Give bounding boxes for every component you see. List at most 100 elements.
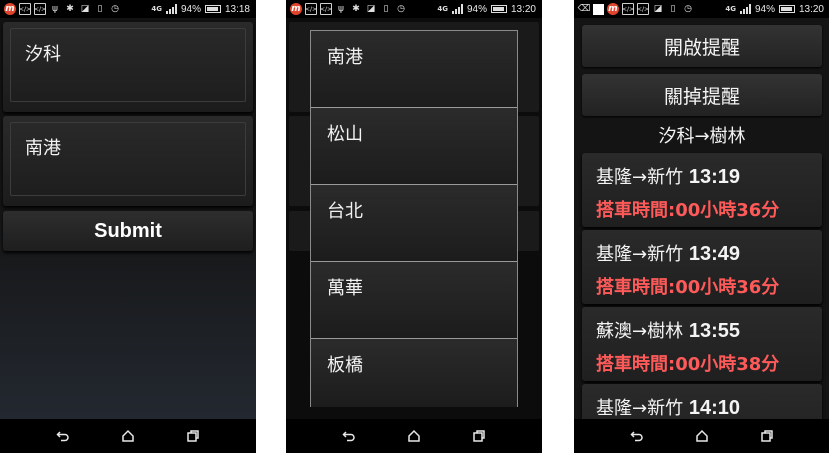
- trip-card[interactable]: 基隆→新竹 14:10: [582, 384, 822, 419]
- dropdown-option-label: 台北: [327, 201, 363, 222]
- dropdown-option[interactable]: 南港: [311, 31, 517, 108]
- recent-apps-icon[interactable]: [183, 426, 203, 446]
- disable-reminder-button[interactable]: 關掉提醒: [582, 74, 822, 116]
- signal-icon: [451, 4, 463, 14]
- battery-icon: [778, 5, 795, 13]
- main-content: 開啟提醒 關掉提醒 汐科→樹林 基隆→新竹 13:19 搭車時間:00小時36分…: [574, 18, 829, 419]
- dropdown-option-label: 南港: [327, 47, 363, 68]
- from-station-card[interactable]: 汐科: [3, 22, 253, 112]
- trip-route-name: 蘇澳→樹林: [596, 321, 684, 342]
- usb-icon: ψ: [338, 4, 344, 14]
- to-station-card[interactable]: 南港: [3, 116, 253, 206]
- submit-button[interactable]: Submit: [3, 211, 253, 251]
- code-icon: </>: [622, 3, 634, 15]
- app-logo-icon: m: [4, 3, 16, 15]
- phone-screen-1: m </> </> ψ ✱ ◪ ▯ ◷ 4G 94% 13:18 汐科 南港 S…: [0, 0, 256, 453]
- battery-icon: [204, 5, 221, 13]
- alarm-icon: ◷: [684, 4, 692, 14]
- trip-card[interactable]: 基隆→新竹 13:49 搭車時間:00小時36分: [582, 230, 822, 304]
- usb-icon: ψ: [52, 4, 58, 14]
- dropdown-option-label: 萬華: [327, 278, 363, 299]
- android-icon: ✱: [66, 4, 74, 14]
- cast-icon: ◪: [80, 4, 90, 14]
- dropdown-option[interactable]: 松山: [311, 108, 517, 185]
- back-icon[interactable]: [339, 426, 359, 446]
- trip-time: 14:10: [688, 397, 740, 419]
- navigation-bar: [286, 419, 542, 453]
- code-icon: </>: [320, 3, 332, 15]
- cast-icon: ◪: [366, 4, 376, 14]
- alarm-icon: ◷: [111, 4, 119, 14]
- trip-route: 基隆→新竹 13:49: [596, 240, 740, 266]
- trip-card[interactable]: 基隆→新竹 13:19 搭車時間:00小時36分: [582, 153, 822, 227]
- navigation-bar: [574, 419, 829, 453]
- notification-icons: m </> </> ψ ✱ ◪ ▯ ◷: [4, 2, 121, 16]
- main-content-dimmed: 南港 松山 台北 萬華 板橋: [286, 18, 542, 419]
- app-logo-icon: m: [290, 3, 302, 15]
- network-type: 4G: [151, 4, 162, 13]
- code-icon: </>: [19, 3, 31, 15]
- battery-icon: [490, 5, 507, 13]
- dropdown-option[interactable]: 萬華: [311, 262, 517, 339]
- trip-route-name: 基隆→新竹: [596, 398, 684, 419]
- main-content: 汐科 南港 Submit: [0, 18, 256, 419]
- to-station-value: 南港: [25, 138, 61, 159]
- route-title: 汐科→樹林: [658, 126, 746, 147]
- vibrate-icon: ▯: [97, 4, 103, 14]
- signal-icon: [739, 4, 751, 14]
- app-logo-icon: m: [607, 3, 619, 15]
- dropdown-option[interactable]: 台北: [311, 185, 517, 262]
- trip-duration: 搭車時間:00小時38分: [596, 354, 780, 375]
- status-indicators: 4G 94% 13:20: [437, 2, 536, 16]
- trip-card[interactable]: 蘇澳→樹林 13:55 搭車時間:00小時38分: [582, 307, 822, 381]
- trip-duration: 搭車時間:00小時36分: [596, 200, 780, 221]
- trip-route: 蘇澳→樹林 13:55: [596, 317, 740, 343]
- station-dropdown[interactable]: 南港 松山 台北 萬華 板橋: [310, 30, 518, 407]
- network-type: 4G: [725, 4, 736, 13]
- battery-percent: 94%: [466, 3, 487, 15]
- phone-screen-2: m </> </> ψ ✱ ◪ ▯ ◷ 4G 94% 13:20 南港 松山 台…: [286, 0, 542, 453]
- home-icon[interactable]: [404, 426, 424, 446]
- dropdown-option-label: 松山: [327, 124, 363, 145]
- notification-icons: ⌫ m </> </> ◪ ▯ ◷: [578, 2, 694, 16]
- trip-route: 基隆→新竹 14:10: [596, 394, 740, 419]
- trip-duration: 搭車時間:00小時36分: [596, 277, 780, 298]
- phone-screen-3: ⌫ m </> </> ◪ ▯ ◷ 4G 94% 13:20 開啟提醒 關掉提醒…: [574, 0, 829, 453]
- recent-apps-icon[interactable]: [469, 426, 489, 446]
- trip-route-name: 基隆→新竹: [596, 244, 684, 265]
- home-icon[interactable]: [118, 426, 138, 446]
- alarm-icon: ◷: [397, 4, 405, 14]
- home-icon[interactable]: [692, 426, 712, 446]
- notification-icons: m </> </> ψ ✱ ◪ ▯ ◷: [290, 2, 407, 16]
- status-indicators: 4G 94% 13:18: [151, 2, 250, 16]
- clock: 13:18: [224, 3, 250, 15]
- clock: 13:20: [798, 3, 824, 15]
- trip-time: 13:55: [688, 320, 740, 342]
- code-icon: </>: [34, 3, 46, 15]
- dropdown-option-label: 板橋: [327, 355, 363, 376]
- recent-apps-icon[interactable]: [757, 426, 777, 446]
- back-icon[interactable]: [53, 426, 73, 446]
- status-bar: m </> </> ψ ✱ ◪ ▯ ◷ 4G 94% 13:18: [0, 0, 256, 18]
- code-icon: </>: [305, 3, 317, 15]
- battery-percent: 94%: [180, 3, 201, 15]
- dropdown-option[interactable]: 板橋: [311, 339, 517, 407]
- blank-notification-icon: [593, 3, 604, 15]
- vibrate-icon: ▯: [670, 4, 676, 14]
- trip-route: 基隆→新竹 13:19: [596, 163, 740, 189]
- cast-icon: ◪: [653, 4, 663, 14]
- code-icon: </>: [637, 3, 649, 15]
- vibrate-icon: ▯: [383, 4, 389, 14]
- enable-reminder-button[interactable]: 開啟提醒: [582, 25, 822, 67]
- network-type: 4G: [437, 4, 448, 13]
- delete-icon: ⌫: [577, 4, 591, 14]
- trip-time: 13:49: [688, 243, 740, 265]
- android-icon: ✱: [352, 4, 360, 14]
- clock: 13:20: [510, 3, 536, 15]
- trip-time: 13:19: [688, 166, 740, 188]
- from-station-value: 汐科: [25, 44, 61, 65]
- status-bar: m </> </> ψ ✱ ◪ ▯ ◷ 4G 94% 13:20: [286, 0, 542, 18]
- status-indicators: 4G 94% 13:20: [725, 2, 824, 16]
- back-icon[interactable]: [627, 426, 647, 446]
- signal-icon: [165, 4, 177, 14]
